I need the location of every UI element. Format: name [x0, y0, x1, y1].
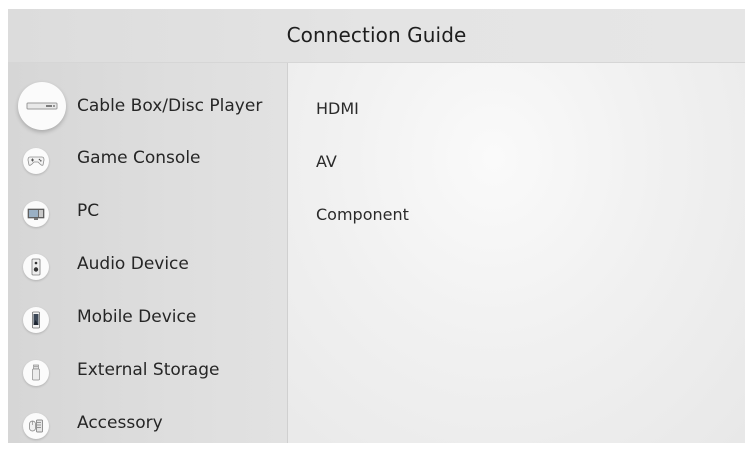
connection-option-av[interactable]: AV [316, 152, 337, 171]
sidebar-item-accessory[interactable]: Accessory [8, 404, 287, 443]
page-title: Connection Guide [286, 23, 467, 47]
sidebar-item-label: PC [77, 201, 100, 221]
sidebar-item-game-console[interactable]: Game Console [8, 139, 287, 183]
sidebar-item-label: Audio Device [77, 254, 189, 274]
monitor-icon [23, 201, 49, 227]
device-type-sidebar: Cable Box/Disc Player Game Console PC Au… [8, 63, 288, 443]
sidebar-item-cable-box-disc-player[interactable]: Cable Box/Disc Player [8, 82, 287, 130]
game-controller-icon [23, 148, 49, 174]
sidebar-item-audio-device[interactable]: Audio Device [8, 245, 287, 289]
sidebar-item-external-storage[interactable]: External Storage [8, 351, 287, 395]
connection-option-hdmi[interactable]: HDMI [316, 99, 359, 118]
smartphone-icon [23, 307, 49, 333]
speaker-icon [23, 254, 49, 280]
connection-type-panel: HDMI AV Component [288, 63, 745, 443]
sidebar-item-mobile-device[interactable]: Mobile Device [8, 298, 287, 342]
connection-option-component[interactable]: Component [316, 205, 409, 224]
connection-guide-window: Connection Guide Cable Box/Disc Player G… [8, 9, 745, 443]
sidebar-item-label: Accessory [77, 413, 163, 433]
sidebar-item-label: Mobile Device [77, 307, 197, 327]
header-bar: Connection Guide [8, 9, 745, 63]
sidebar-item-label: Cable Box/Disc Player [77, 96, 263, 116]
sidebar-item-label: Game Console [77, 148, 201, 168]
cable-box-icon [18, 82, 66, 130]
sidebar-item-pc[interactable]: PC [8, 192, 287, 236]
usb-drive-icon [23, 360, 49, 386]
sidebar-item-label: External Storage [77, 360, 220, 380]
keyboard-mouse-icon [23, 413, 49, 439]
